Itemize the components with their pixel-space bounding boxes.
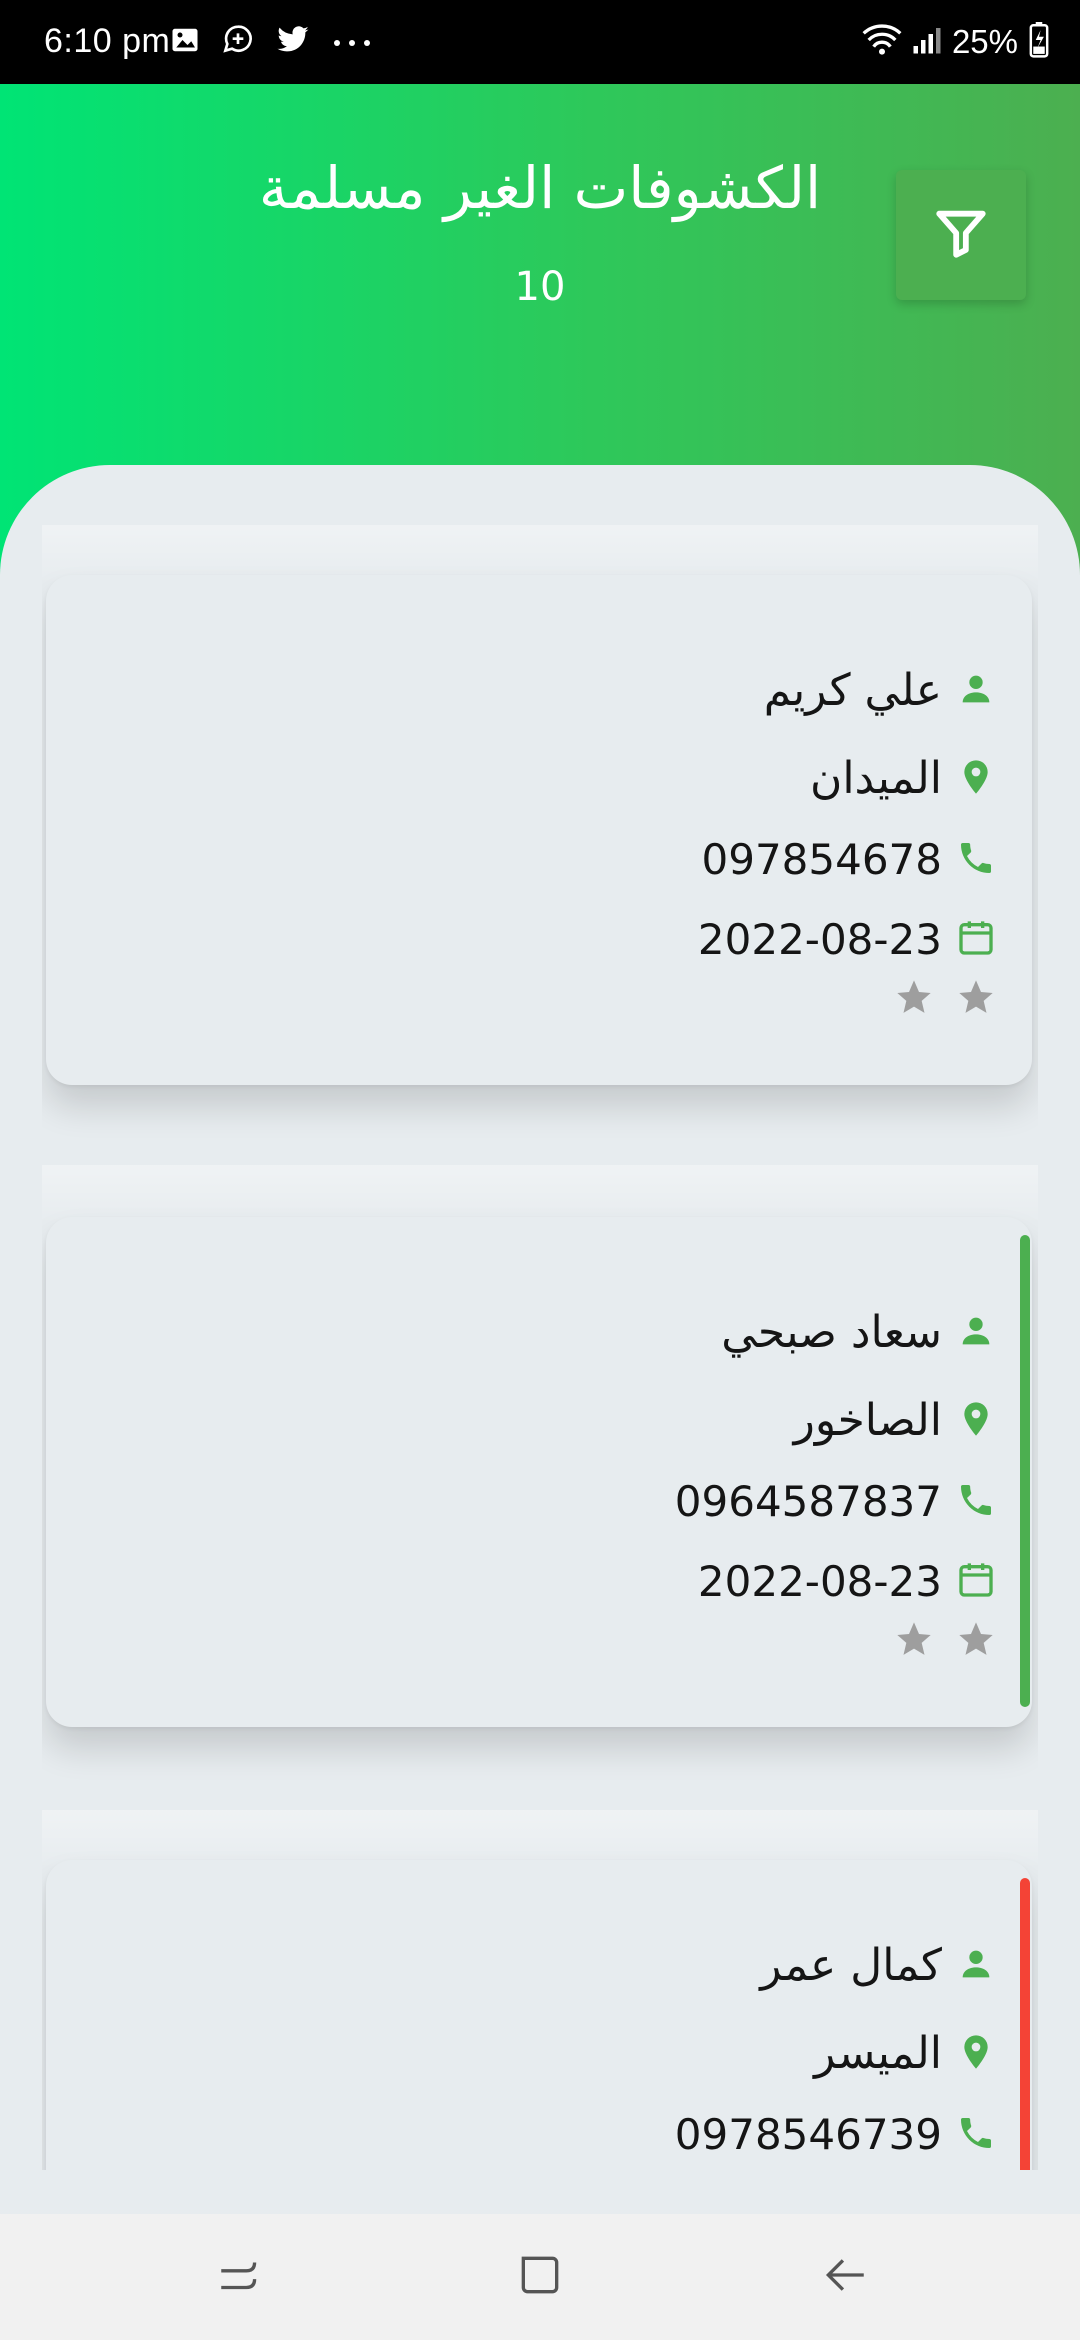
items-count: 10 [514,264,566,310]
date-text: 2022-08-23 [697,915,942,964]
name-row: علي كريم [764,665,996,716]
date-row: 2022-08-23 [698,1557,996,1606]
name-row: كمال عمر [760,1940,996,1991]
status-stripe [1020,1878,1030,2170]
chat-plus-icon [222,24,254,60]
system-nav-bar [0,2214,1080,2340]
rating-stars [894,1619,996,1663]
recent-apps-icon [215,2250,265,2304]
gallery-icon [170,25,200,59]
status-time: 6:10 pm [44,22,171,60]
location-text: الصاخور [793,1395,942,1446]
location-pin-icon [956,2030,996,2078]
phone-number: 0964587837 [674,1477,942,1526]
calendar-icon [956,917,996,963]
battery-percent: 25% [951,23,1018,60]
home-button[interactable] [500,2244,580,2310]
patient-name: سعاد صبحي [721,1307,942,1358]
phone-row: 0978546739 [675,2110,996,2159]
phone-row: 0964587837 [675,1477,996,1526]
phone-number: 0978546739 [674,2110,942,2159]
wifi-icon [862,23,902,61]
location-row: الميسر [814,2028,996,2079]
person-icon [956,669,996,713]
list-item[interactable]: سعاد صبحي الصاخور 0964587837 2022-08-23 [46,1217,1032,1727]
patient-name: كمال عمر [760,1940,942,1991]
person-icon [956,1311,996,1355]
phone-row: 097854678 [702,835,997,884]
star-icon [956,977,996,1021]
star-icon [894,1619,934,1663]
system-icons: 25% [862,22,1050,62]
reports-list[interactable]: علي كريم الميدان 097854678 2022-08-23 سع… [42,465,1038,2170]
name-row: سعاد صبحي [721,1307,996,1358]
rating-stars [894,977,996,1021]
phone-icon [956,838,996,882]
filter-button[interactable] [896,170,1026,300]
home-icon [515,2250,565,2304]
battery-charging-icon [1028,22,1050,62]
phone-icon [956,1480,996,1524]
status-bar: 6:10 pm 25% [0,0,1080,84]
list-item[interactable]: علي كريم الميدان 097854678 2022-08-23 [46,575,1032,1085]
star-icon [894,977,934,1021]
filter-icon [932,203,990,267]
back-icon [820,2250,870,2304]
phone-icon [956,2113,996,2157]
location-pin-icon [956,755,996,803]
date-text: 2022-08-23 [697,1557,942,1606]
page-title: الكشوفات الغير مسلمة [258,154,822,222]
location-text: الميدان [810,753,942,804]
status-stripe [1020,1235,1030,1707]
location-row: الصاخور [794,1395,996,1446]
more-dots-icon [332,33,372,52]
calendar-icon [956,1559,996,1605]
content-panel: علي كريم الميدان 097854678 2022-08-23 سع… [0,465,1080,2215]
list-item[interactable]: كمال عمر الميسر 0978546739 [46,1860,1032,2170]
location-text: الميسر [814,2028,942,2079]
twitter-icon [276,25,310,59]
person-icon [956,1944,996,1988]
divider [42,1165,1038,1225]
date-row: 2022-08-23 [698,915,996,964]
recent-apps-button[interactable] [200,2244,280,2310]
phone-number: 097854678 [701,835,943,884]
location-row: الميدان [810,753,996,804]
signal-icon [912,25,942,59]
location-pin-icon [956,1397,996,1445]
back-button[interactable] [805,2244,885,2310]
patient-name: علي كريم [763,665,942,716]
notification-icons [170,24,372,60]
star-icon [956,1619,996,1663]
